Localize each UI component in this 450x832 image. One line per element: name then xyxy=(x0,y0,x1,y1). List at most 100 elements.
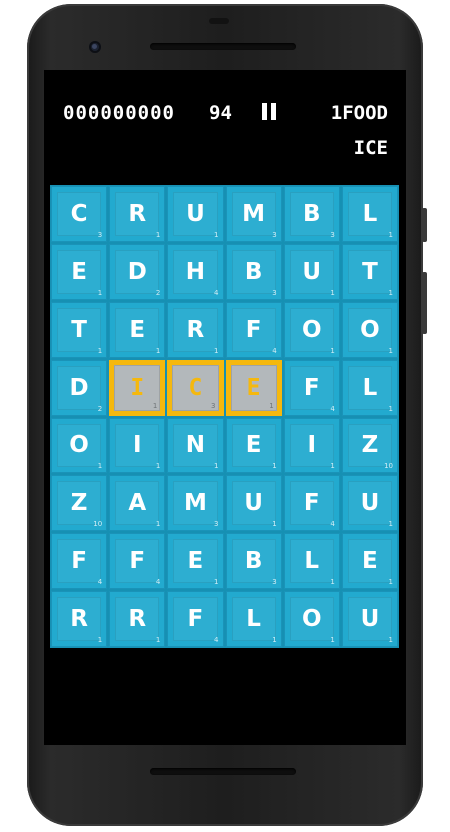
tile-points: 1 xyxy=(330,462,335,471)
letter-tile[interactable]: N1 xyxy=(167,417,224,474)
letter-tile[interactable]: U1 xyxy=(341,591,398,647)
letter-tile[interactable]: F4 xyxy=(225,301,282,358)
letter-tile[interactable]: F4 xyxy=(167,591,224,647)
tile-letter: L xyxy=(362,200,378,227)
tile-points: 4 xyxy=(155,578,161,587)
tile-letter: N xyxy=(185,432,206,459)
letter-tile[interactable]: O1 xyxy=(51,417,108,474)
letter-tile[interactable]: I1 xyxy=(109,359,166,416)
letter-tile[interactable]: B3 xyxy=(225,533,282,590)
tile-letter: F xyxy=(303,490,320,517)
tile-letter: M xyxy=(183,490,207,517)
tile-points: 1 xyxy=(388,346,393,355)
score-counter: 000000000 xyxy=(63,102,175,124)
letter-tile[interactable]: B3 xyxy=(283,186,340,242)
tile-letter: F xyxy=(71,548,87,575)
letter-tile[interactable]: L1 xyxy=(283,533,340,590)
tile-letter: O xyxy=(360,316,380,343)
earpiece-speaker xyxy=(150,43,296,50)
tile-letter: U xyxy=(360,490,380,517)
tile-points: 1 xyxy=(330,346,335,355)
tile-letter: C xyxy=(70,200,88,227)
tile-points: 4 xyxy=(97,578,103,587)
letter-tile[interactable]: T1 xyxy=(341,243,398,300)
letter-grid: C3R1U1M3B3L1E1D2H4B3U1T1T1E1R1F4O1O1D2I1… xyxy=(50,185,399,648)
letter-tile[interactable]: U1 xyxy=(225,475,282,532)
tile-points: 4 xyxy=(214,636,219,644)
letter-tile[interactable]: O1 xyxy=(283,591,340,647)
letter-tile[interactable]: L1 xyxy=(341,186,398,242)
pause-icon[interactable] xyxy=(262,103,276,120)
tile-points: 1 xyxy=(155,520,161,529)
tile-points: 1 xyxy=(152,401,158,410)
letter-tile[interactable]: O1 xyxy=(283,301,340,358)
tile-points: 1 xyxy=(97,462,103,471)
proximity-sensor xyxy=(209,18,229,24)
tile-letter: I xyxy=(307,432,317,459)
letter-tile[interactable]: C3 xyxy=(167,359,224,416)
tile-letter: F xyxy=(303,374,320,401)
tile-letter: C xyxy=(188,374,203,401)
letter-tile[interactable]: F4 xyxy=(283,359,340,416)
letter-tile[interactable]: A1 xyxy=(109,475,166,532)
tile-letter: E xyxy=(362,548,378,575)
letter-tile[interactable]: F4 xyxy=(51,533,108,590)
letter-tile[interactable]: R1 xyxy=(167,301,224,358)
tile-points: 2 xyxy=(97,404,103,413)
tile-points: 1 xyxy=(330,578,335,587)
letter-tile[interactable]: E1 xyxy=(51,243,108,300)
letter-tile[interactable]: Z 10 xyxy=(51,475,108,532)
letter-tile[interactable]: U1 xyxy=(283,243,340,300)
tile-letter: R xyxy=(186,316,205,343)
letter-tile[interactable]: I1 xyxy=(283,417,340,474)
tile-letter: T xyxy=(71,316,87,343)
tile-points: 4 xyxy=(330,520,335,529)
tile-letter: I xyxy=(130,374,145,401)
tile-points: 1 xyxy=(272,636,277,644)
letter-tile[interactable]: D2 xyxy=(51,359,108,416)
tile-letter: F xyxy=(187,606,204,633)
letter-tile[interactable]: E1 xyxy=(341,533,398,590)
tile-letter: B xyxy=(302,200,321,227)
tile-points: 1 xyxy=(330,288,335,297)
letter-tile[interactable]: U1 xyxy=(341,475,398,532)
letter-tile[interactable]: F4 xyxy=(109,533,166,590)
tile-points: 1 xyxy=(214,578,219,587)
letter-tile[interactable]: I1 xyxy=(109,417,166,474)
letter-tile[interactable]: E1 xyxy=(167,533,224,590)
tile-points: 4 xyxy=(214,288,219,297)
tile-points: 1 xyxy=(155,346,161,355)
letter-tile[interactable]: D2 xyxy=(109,243,166,300)
letter-tile[interactable]: L1 xyxy=(341,359,398,416)
letter-tile[interactable]: H4 xyxy=(167,243,224,300)
tile-points: 1 xyxy=(155,230,161,239)
tile-points: 1 xyxy=(214,230,219,239)
letter-tile[interactable]: E1 xyxy=(225,359,282,416)
tile-points: 4 xyxy=(330,404,335,413)
volume-button xyxy=(422,272,427,334)
tile-points: 3 xyxy=(97,230,103,239)
letter-tile[interactable]: M3 xyxy=(225,186,282,242)
tile-letter: U xyxy=(360,606,380,633)
tile-points: 3 xyxy=(272,578,277,587)
letter-tile[interactable]: E1 xyxy=(225,417,282,474)
letter-tile[interactable]: F4 xyxy=(283,475,340,532)
letter-tile[interactable]: Z 10 xyxy=(341,417,398,474)
letter-tile[interactable]: E1 xyxy=(109,301,166,358)
letter-tile[interactable]: U1 xyxy=(167,186,224,242)
tile-points: 10 xyxy=(93,520,103,529)
letter-tile[interactable]: T1 xyxy=(51,301,108,358)
letter-tile[interactable]: O1 xyxy=(341,301,398,358)
letter-tile[interactable]: L1 xyxy=(225,591,282,647)
tile-letter: L xyxy=(246,606,261,633)
tile-letter: E xyxy=(246,374,261,401)
letter-tile[interactable]: C3 xyxy=(51,186,108,242)
tile-points: 4 xyxy=(272,346,277,355)
letter-tile[interactable]: R1 xyxy=(51,591,108,647)
letter-tile[interactable]: R1 xyxy=(109,186,166,242)
tile-letter: B xyxy=(244,548,263,575)
letter-tile[interactable]: M3 xyxy=(167,475,224,532)
tile-letter: O xyxy=(69,432,89,459)
letter-tile[interactable]: B3 xyxy=(225,243,282,300)
letter-tile[interactable]: R1 xyxy=(109,591,166,647)
